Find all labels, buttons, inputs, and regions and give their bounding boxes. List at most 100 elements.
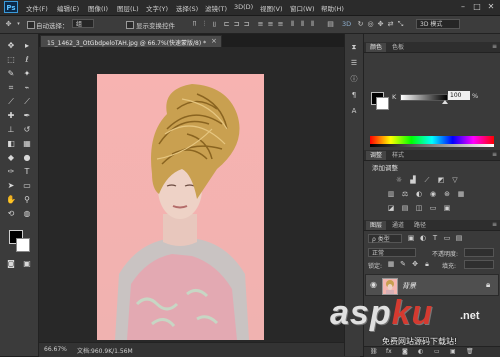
filter-adjust-icon[interactable]: ◐: [418, 234, 428, 243]
zoom-icon[interactable]: ⚲: [20, 194, 34, 206]
crop-icon[interactable]: ⌗: [4, 82, 18, 94]
minimize-button[interactable]: –: [457, 2, 469, 12]
tab-adjustments[interactable]: 调整: [366, 151, 387, 160]
menu-3d[interactable]: 3D(D): [234, 3, 253, 11]
curves-icon[interactable]: ⟋: [422, 176, 432, 185]
tab-swatches[interactable]: 色板: [388, 43, 408, 52]
character-icon[interactable]: A: [348, 106, 360, 117]
quick-mask-icon[interactable]: ◙: [4, 258, 18, 270]
close-document-icon[interactable]: ×: [211, 37, 217, 45]
lock-all-icon[interactable]: 🔒︎: [422, 260, 432, 269]
lock-transparent-icon[interactable]: ▦: [386, 260, 396, 269]
k-value-input[interactable]: 100: [448, 91, 470, 100]
history-icon[interactable]: ⧗: [348, 42, 360, 53]
invert-icon[interactable]: ◪: [386, 204, 396, 213]
auto-select-dropdown[interactable]: 组: [72, 19, 94, 28]
align-left-icon[interactable]: ⊏: [222, 20, 231, 28]
background-color-swatch[interactable]: [16, 238, 30, 252]
selective-color-icon[interactable]: ▣: [442, 204, 452, 213]
roll-3d-icon[interactable]: ◎: [366, 20, 375, 28]
restore-button[interactable]: □: [471, 2, 483, 12]
color-background-swatch[interactable]: [376, 97, 389, 110]
scale-3d-icon[interactable]: ⤡: [396, 20, 405, 28]
color-balance-icon[interactable]: ⚖: [400, 190, 410, 199]
filter-shape-icon[interactable]: ▭: [442, 234, 452, 243]
brush-icon[interactable]: ✒: [20, 110, 34, 122]
menu-filter[interactable]: 滤镜(T): [205, 3, 227, 13]
auto-align-icon[interactable]: ▤: [326, 20, 335, 28]
stamp-icon[interactable]: ⊥: [4, 124, 18, 136]
k-slider-thumb[interactable]: [442, 100, 448, 104]
tab-layers[interactable]: 图层: [366, 221, 387, 230]
filter-type-icon[interactable]: T: [430, 234, 440, 243]
artboard-icon[interactable]: ▸: [20, 40, 34, 52]
close-button[interactable]: ✕: [485, 2, 497, 12]
levels-icon[interactable]: ▟: [408, 176, 418, 185]
type-icon[interactable]: T: [20, 166, 34, 178]
3d-orbit-icon[interactable]: ◍: [20, 208, 34, 220]
drag-3d-icon[interactable]: ✥: [376, 20, 385, 28]
menu-window[interactable]: 窗口(W): [290, 3, 315, 13]
distribute-right-icon[interactable]: ⦀: [308, 20, 317, 28]
dodge-icon[interactable]: ●: [20, 152, 34, 164]
panel-menu-icon[interactable]: ≡: [492, 151, 497, 158]
layer-kind-filter[interactable]: ρ 类型: [368, 234, 402, 243]
auto-select-checkbox[interactable]: [27, 21, 35, 29]
align-center-icon[interactable]: ⊐: [232, 20, 241, 28]
move-icon[interactable]: ✥: [4, 40, 18, 52]
distribute-left-icon[interactable]: ⦀: [288, 20, 297, 28]
history-brush-icon[interactable]: ↺: [20, 124, 34, 136]
panel-menu-icon[interactable]: ≡: [492, 221, 497, 228]
filter-smart-icon[interactable]: ▤: [454, 234, 464, 243]
show-transform-checkbox[interactable]: [126, 21, 134, 29]
color-lookup-icon[interactable]: ▦: [456, 190, 466, 199]
opacity-input[interactable]: [464, 248, 494, 257]
vibrance-icon[interactable]: ▽: [450, 176, 460, 185]
rotate-3d-icon[interactable]: ↻: [356, 20, 365, 28]
distribute-bottom-icon[interactable]: ≡: [276, 20, 285, 28]
magic-wand-icon[interactable]: ✦: [20, 68, 34, 80]
lock-image-icon[interactable]: ✎: [398, 260, 408, 269]
tab-paths[interactable]: 路径: [410, 221, 430, 230]
hue-saturation-icon[interactable]: ▥: [386, 190, 396, 199]
distribute-middle-icon[interactable]: ≡: [266, 20, 275, 28]
posterize-icon[interactable]: ▤: [400, 204, 410, 213]
distribute-top-icon[interactable]: ≡: [256, 20, 265, 28]
workspace-dropdown[interactable]: 3D 模式: [416, 19, 460, 29]
eyedropper-icon[interactable]: ⟋: [4, 96, 18, 108]
tab-styles[interactable]: 样式: [388, 151, 408, 160]
pen-icon[interactable]: ✑: [4, 166, 18, 178]
gradient-map-icon[interactable]: ▭: [428, 204, 438, 213]
black-white-icon[interactable]: ◐: [414, 190, 424, 199]
menu-view[interactable]: 视图(V): [260, 3, 283, 13]
menu-type[interactable]: 文字(Y): [146, 3, 168, 13]
tab-channels[interactable]: 通道: [388, 221, 408, 230]
menu-image[interactable]: 图像(I): [88, 3, 108, 13]
lock-position-icon[interactable]: ✥: [410, 260, 420, 269]
properties-icon[interactable]: ☰: [348, 58, 360, 69]
menu-edit[interactable]: 编辑(E): [57, 3, 79, 13]
blend-mode-dropdown[interactable]: 正常: [368, 248, 416, 257]
move-tool-preset-icon[interactable]: ✥: [4, 20, 13, 28]
slide-3d-icon[interactable]: ⇄: [386, 20, 395, 28]
align-right-icon[interactable]: ⊐: [242, 20, 251, 28]
hand-icon[interactable]: ✋: [4, 194, 18, 206]
quick-select-icon[interactable]: ✎: [4, 68, 18, 80]
marquee-icon[interactable]: ⬚: [4, 54, 18, 66]
info-icon[interactable]: ⓘ: [348, 74, 360, 85]
filter-pixel-icon[interactable]: ▣: [406, 234, 416, 243]
zoom-level[interactable]: 66.67%: [44, 346, 67, 353]
slice-icon[interactable]: ⌁: [20, 82, 34, 94]
gradient-icon[interactable]: ▦: [20, 138, 34, 150]
distribute-center-icon[interactable]: ⦀: [298, 20, 307, 28]
exposure-icon[interactable]: ◩: [436, 176, 446, 185]
align-top-icon[interactable]: ⫪: [190, 20, 199, 28]
k-channel-slider[interactable]: [400, 94, 448, 101]
menu-file[interactable]: 文件(F): [26, 3, 48, 13]
photo-filter-icon[interactable]: ◉: [428, 190, 438, 199]
color-spectrum-ramp[interactable]: [370, 136, 494, 144]
fill-input[interactable]: [464, 260, 494, 269]
threshold-icon[interactable]: ◫: [414, 204, 424, 213]
visibility-eye-icon[interactable]: ◉: [370, 280, 377, 289]
tab-color[interactable]: 颜色: [366, 43, 387, 52]
